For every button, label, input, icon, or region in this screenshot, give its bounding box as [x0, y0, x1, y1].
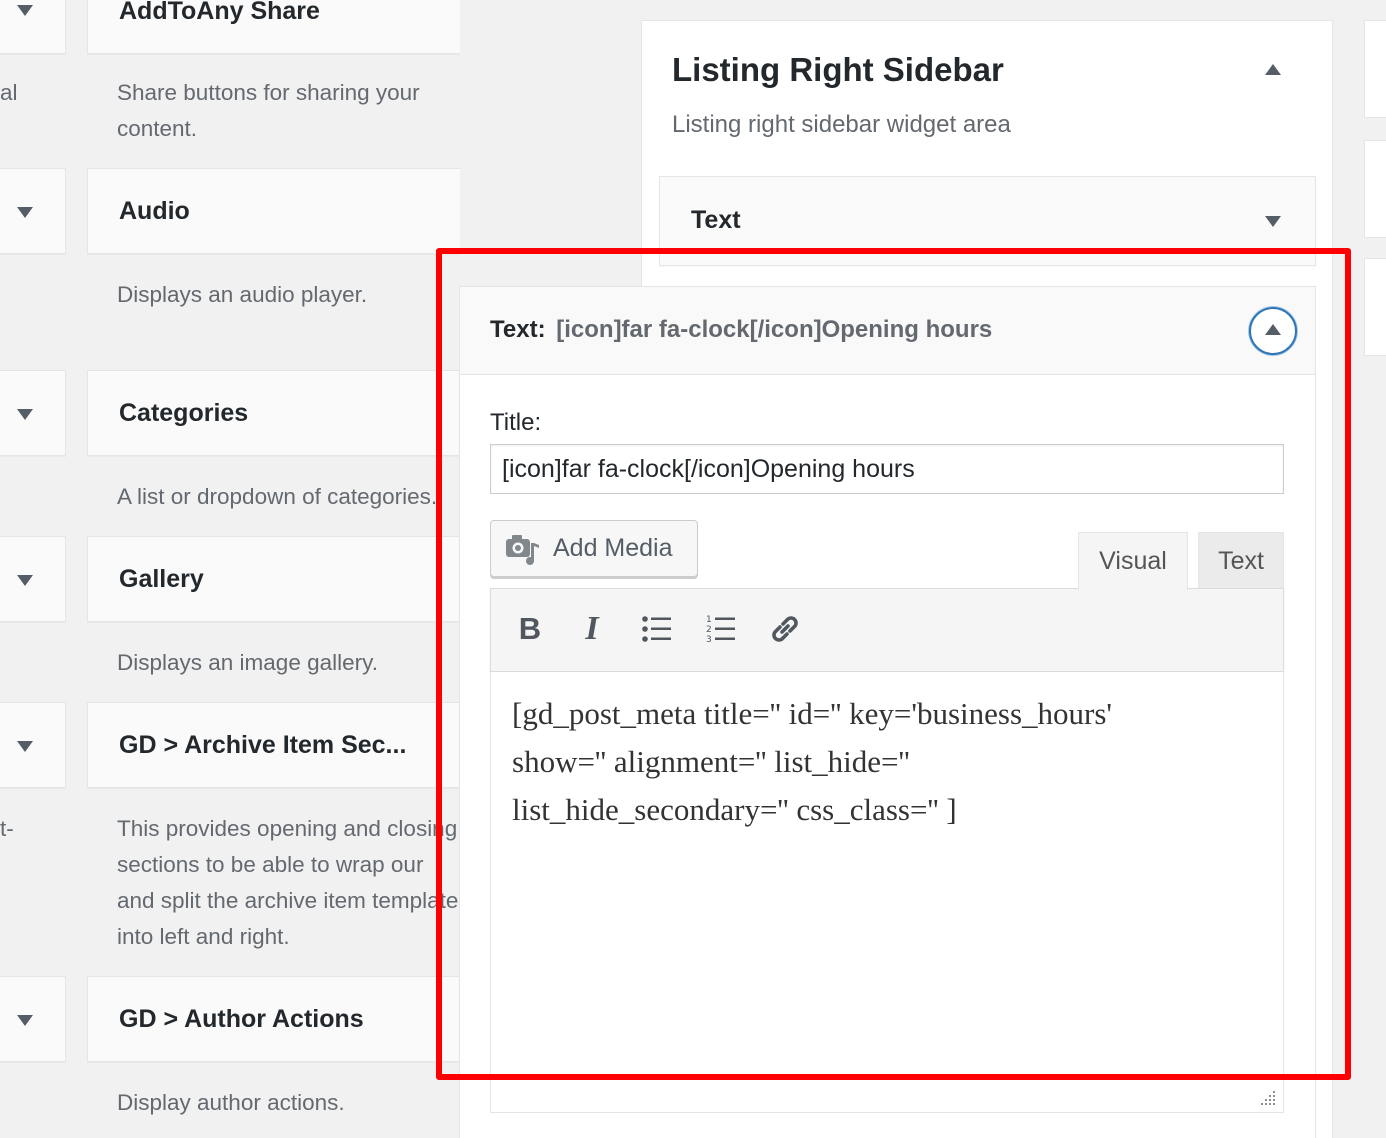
widget-description: This provides opening and closing sectio… — [117, 816, 459, 949]
widget-description: A list or dropdown of categories. — [117, 484, 438, 509]
widget-categories[interactable]: Categories — [87, 370, 460, 456]
svg-text:2: 2 — [706, 625, 712, 635]
add-media-icon — [506, 535, 539, 565]
widget-title: Audio — [119, 197, 190, 225]
widget-title: GD > Author Actions — [119, 1005, 364, 1033]
widget-title: Text — [691, 206, 741, 234]
chevron-down-icon — [1265, 216, 1281, 227]
italic-icon: I — [585, 610, 599, 647]
widget-title: GD > Archive Item Sec... — [119, 731, 407, 759]
widget-description: Share buttons for sharing your content. — [117, 80, 420, 141]
resize-handle-icon[interactable] — [1257, 1087, 1277, 1107]
widget-title: Categories — [119, 399, 249, 427]
widget-description: Displays an audio player. — [117, 282, 368, 307]
bulleted-list-icon — [642, 616, 671, 642]
right-edge-card-3 — [1364, 258, 1386, 356]
content-line: [gd_post_meta title='' id='' key='busine… — [512, 696, 1112, 731]
link-icon — [772, 616, 798, 642]
widget-text-collapsed[interactable]: Text — [659, 176, 1316, 266]
editor-toolbar: B I 1 2 3 — [490, 588, 1284, 672]
chevron-up-icon[interactable] — [1265, 64, 1281, 75]
italic-button[interactable]: I — [566, 603, 618, 655]
widget-instance-title: [icon]far fa-clock[/icon]Opening hours — [556, 316, 993, 343]
tab-text[interactable]: Text — [1198, 532, 1284, 588]
widget-addtoany-share[interactable]: AddToAny Share — [87, 0, 460, 54]
right-edge-card-2 — [1364, 140, 1386, 238]
widget-type-label: Text: — [490, 316, 546, 343]
collapse-widget-button[interactable] — [1249, 307, 1297, 355]
widget-description: Displays an image gallery. — [117, 650, 378, 675]
add-media-label: Add Media — [553, 534, 673, 562]
widget-audio[interactable]: Audio — [87, 168, 460, 254]
content-line: list_hide_secondary='' css_class='' ] — [512, 792, 957, 827]
sidebar-title[interactable]: Listing Right Sidebar — [672, 51, 1004, 89]
bold-button[interactable]: B — [504, 603, 556, 655]
text-widget-editor: Text: [icon]far fa-clock[/icon]Opening h… — [459, 286, 1316, 1138]
bold-icon: B — [518, 611, 542, 646]
widget-description: Display author actions. — [117, 1090, 345, 1115]
widget-header-title: Text: [icon]far fa-clock[/icon]Opening h… — [490, 316, 992, 344]
widget-gallery[interactable]: Gallery — [87, 536, 460, 622]
widget-title: Gallery — [119, 565, 204, 593]
chevron-up-icon — [1265, 324, 1281, 335]
title-input[interactable]: [icon]far fa-clock[/icon]Opening hours — [490, 444, 1284, 494]
numbered-list-button[interactable]: 1 2 3 — [695, 603, 747, 655]
right-edge-card-1 — [1364, 20, 1386, 118]
bulleted-list-button[interactable] — [631, 603, 683, 655]
svg-text:1: 1 — [706, 615, 712, 625]
widget-title: AddToAny Share — [119, 0, 320, 25]
numbered-list-icon: 1 2 3 — [706, 615, 735, 644]
content-line: show='' alignment='' list_hide='' — [512, 744, 910, 779]
tab-visual[interactable]: Visual — [1078, 532, 1188, 590]
content-editor[interactable]: [gd_post_meta title='' id='' key='busine… — [490, 672, 1284, 1112]
svg-text:3: 3 — [706, 635, 712, 644]
widget-header[interactable]: Text: [icon]far fa-clock[/icon]Opening h… — [460, 287, 1315, 375]
sidebar-description: Listing right sidebar widget area — [672, 111, 1011, 138]
widget-gd-author-actions[interactable]: GD > Author Actions — [87, 976, 460, 1062]
widget-gd-archive-item-section[interactable]: GD > Archive Item Sec... — [87, 702, 460, 788]
add-media-button[interactable]: Add Media — [490, 520, 698, 577]
title-field-label: Title: — [490, 409, 542, 436]
insert-link-button[interactable] — [759, 603, 811, 655]
editor-status-bar — [490, 1075, 1284, 1113]
available-widgets-column: AddToAny Share Share buttons for sharing… — [0, 0, 460, 1138]
